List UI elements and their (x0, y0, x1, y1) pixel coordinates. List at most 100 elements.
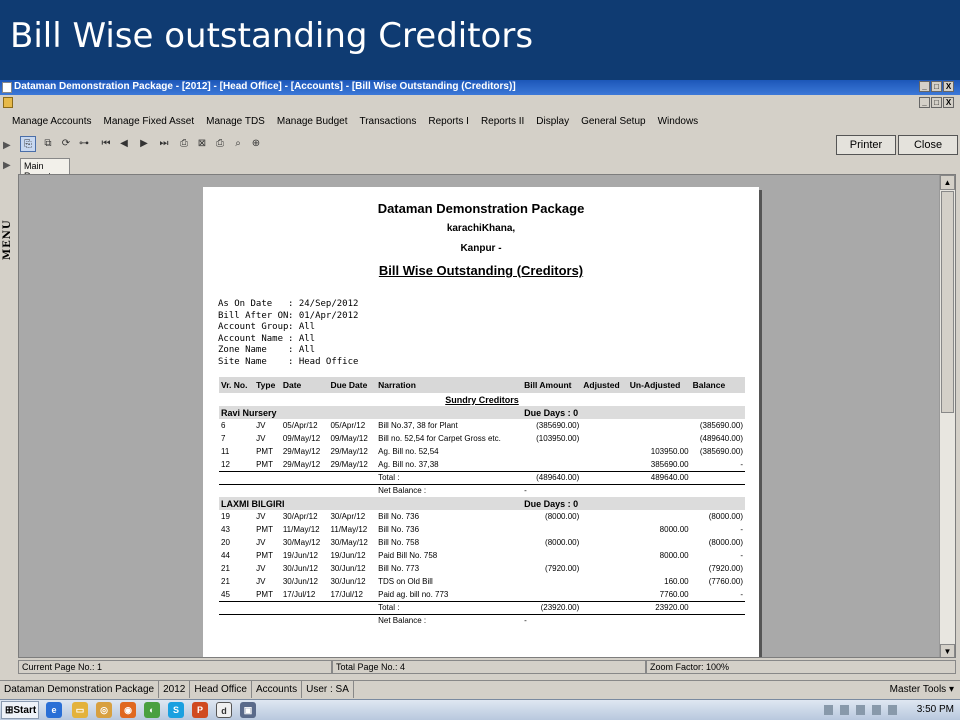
report-toolbar: ⎘ ⧉ ⟳ ⊶ ⏮ ◀ ▶ ⏭ ⎙ ⊠ ⎙ ⌕ ⊕ Printer Close (16, 134, 960, 156)
maximize-button[interactable]: □ (931, 81, 942, 92)
tab-main-report[interactable]: Main Report (20, 158, 70, 181)
ie-icon[interactable]: e (46, 702, 62, 718)
table-row: 21 JV 30/Jun/12 30/Jun/12 TDS on Old Bill 160… (219, 575, 745, 588)
export-icon[interactable]: ⎘ (20, 136, 36, 152)
cell-bill-amount (522, 523, 581, 536)
collapse-arrow-icon[interactable]: ▶ (3, 160, 11, 171)
cell-date: 30/May/12 (282, 538, 321, 547)
media-icon[interactable]: ◎ (96, 702, 112, 718)
tray-network-icon[interactable] (872, 705, 881, 715)
cell-un-adjusted: 385690.00 (650, 459, 689, 469)
cell-adjusted (581, 536, 628, 549)
vertical-scrollbar[interactable]: ▲ ▼ (939, 175, 955, 657)
col-balance: Balance (690, 377, 745, 393)
cell-adjusted (581, 419, 628, 432)
menu-manage-tds[interactable]: Manage TDS (200, 113, 271, 131)
mdi-restore-button[interactable]: □ (931, 97, 942, 108)
previous-page-icon[interactable]: ◀ (116, 136, 132, 152)
side-menu-label[interactable]: MENU (2, 210, 14, 270)
menu-reports-1[interactable]: Reports I (422, 113, 475, 131)
tray-volume-icon[interactable] (888, 705, 897, 715)
tray-flag-icon[interactable] (840, 705, 849, 715)
start-label: Start (13, 705, 37, 716)
powerpoint-icon[interactable]: P (192, 702, 208, 718)
cell-un-adjusted (628, 562, 691, 575)
firefox-icon[interactable]: ◉ (120, 702, 136, 718)
folder-icon[interactable]: ▭ (72, 702, 88, 718)
copy-icon[interactable]: ⧉ (40, 136, 56, 152)
first-page-icon[interactable]: ⏮ (98, 136, 114, 152)
scroll-down-icon[interactable]: ▼ (940, 644, 955, 657)
stop-icon[interactable]: ⊠ (194, 136, 210, 152)
scroll-up-icon[interactable]: ▲ (940, 175, 955, 190)
window-icon[interactable]: ▣ (240, 702, 256, 718)
menu-manage-fixed-asset[interactable]: Manage Fixed Asset (98, 113, 201, 131)
cell-narration: Paid ag. bill no. 773 (378, 589, 449, 599)
menu-general-setup[interactable]: General Setup (575, 113, 652, 131)
menu-reports-2[interactable]: Reports II (475, 113, 530, 131)
tree-icon[interactable]: ⊶ (76, 136, 92, 152)
cell-narration: Bill No. 736 (378, 512, 420, 521)
last-page-icon[interactable]: ⏭ (156, 136, 172, 152)
status-bar: Dataman Demonstration Package 2012 Head … (0, 680, 960, 698)
mdi-bar: _ □ X (0, 95, 960, 111)
account-name: Ravi Nursery (219, 406, 523, 419)
menu-display[interactable]: Display (530, 113, 575, 131)
cell-un-adjusted: 103950.00 (650, 447, 689, 456)
tray-battery-icon[interactable] (856, 705, 865, 715)
close-window-button[interactable]: X (943, 81, 954, 92)
mdi-minimize-button[interactable]: _ (919, 97, 930, 108)
total-un-adjusted: 489640.00 (627, 470, 691, 485)
scroll-thumb[interactable] (941, 191, 954, 413)
cell-due-date: 30/Apr/12 (330, 512, 366, 521)
cell-un-adjusted (628, 510, 691, 523)
menu-manage-budget[interactable]: Manage Budget (271, 113, 354, 131)
cell-adjusted (581, 523, 628, 536)
cell-balance: (8000.00) (708, 512, 743, 521)
next-page-icon[interactable]: ▶ (136, 136, 152, 152)
master-tools-dropdown[interactable]: Master Tools ▾ (890, 684, 954, 695)
col-adjusted: Adjusted (581, 377, 628, 393)
cell-adjusted (581, 575, 628, 588)
side-menu-panel[interactable]: ▶ ▶ MENU (0, 132, 16, 672)
table-row: 7 JV 09/May/12 09/May/12 Bill no. 52,54 for … (219, 432, 745, 445)
dataman-app-icon[interactable]: d (216, 702, 232, 718)
cell-bill-amount (522, 445, 581, 458)
close-button[interactable]: Close (898, 135, 958, 155)
goto-page-icon[interactable]: ⎙ (176, 136, 192, 152)
menu-windows[interactable]: Windows (652, 113, 705, 131)
cell-vr-no: 45 (221, 589, 230, 599)
chrome-icon[interactable]: ◐ (144, 702, 160, 718)
expand-arrow-icon[interactable]: ▶ (3, 140, 11, 151)
minimize-button[interactable]: _ (919, 81, 930, 92)
refresh-icon[interactable]: ⟳ (58, 136, 74, 152)
table-row: 6 JV 05/Apr/12 05/Apr/12 Bill No.37, 38 for … (219, 419, 745, 432)
skype-icon[interactable]: S (168, 702, 184, 718)
start-button[interactable]: ⊞Start (1, 701, 39, 719)
search-icon[interactable]: ⌕ (230, 136, 246, 152)
printer-button[interactable]: Printer (836, 135, 896, 155)
print-icon[interactable]: ⎙ (212, 136, 228, 152)
cell-date: 30/Jun/12 (282, 577, 318, 586)
cell-un-adjusted (628, 536, 691, 549)
net-balance-row: Net Balance : - (219, 484, 745, 497)
cell-date: 19/Jun/12 (282, 551, 318, 560)
cell-vr-no: 21 (221, 577, 230, 586)
table-row: 44 PMT 19/Jun/12 19/Jun/12 Paid Bill No. 758… (219, 549, 745, 562)
menu-manage-accounts[interactable]: Manage Accounts (6, 113, 98, 131)
parameter-row: Bill After ON: 01/Apr/2012 (218, 311, 358, 323)
menu-transactions[interactable]: Transactions (353, 113, 422, 131)
cell-vr-no: 43 (221, 525, 230, 534)
cell-bill-amount: (385690.00) (536, 421, 580, 430)
spacer (581, 484, 745, 497)
tray-arrow-icon[interactable] (824, 705, 833, 715)
parameter-value: : Head Office (288, 356, 359, 367)
mdi-close-button[interactable]: X (943, 97, 954, 108)
cell-bill-amount (522, 588, 581, 601)
cell-narration: Ag. Bill no. 52,54 (378, 447, 439, 456)
col-due-date: Due Date (328, 377, 377, 393)
due-days: Due Days : 0 (522, 497, 745, 510)
zoom-icon[interactable]: ⊕ (248, 136, 264, 152)
cell-date: 17/Jul/12 (282, 589, 316, 599)
cell-bill-amount (522, 549, 581, 562)
